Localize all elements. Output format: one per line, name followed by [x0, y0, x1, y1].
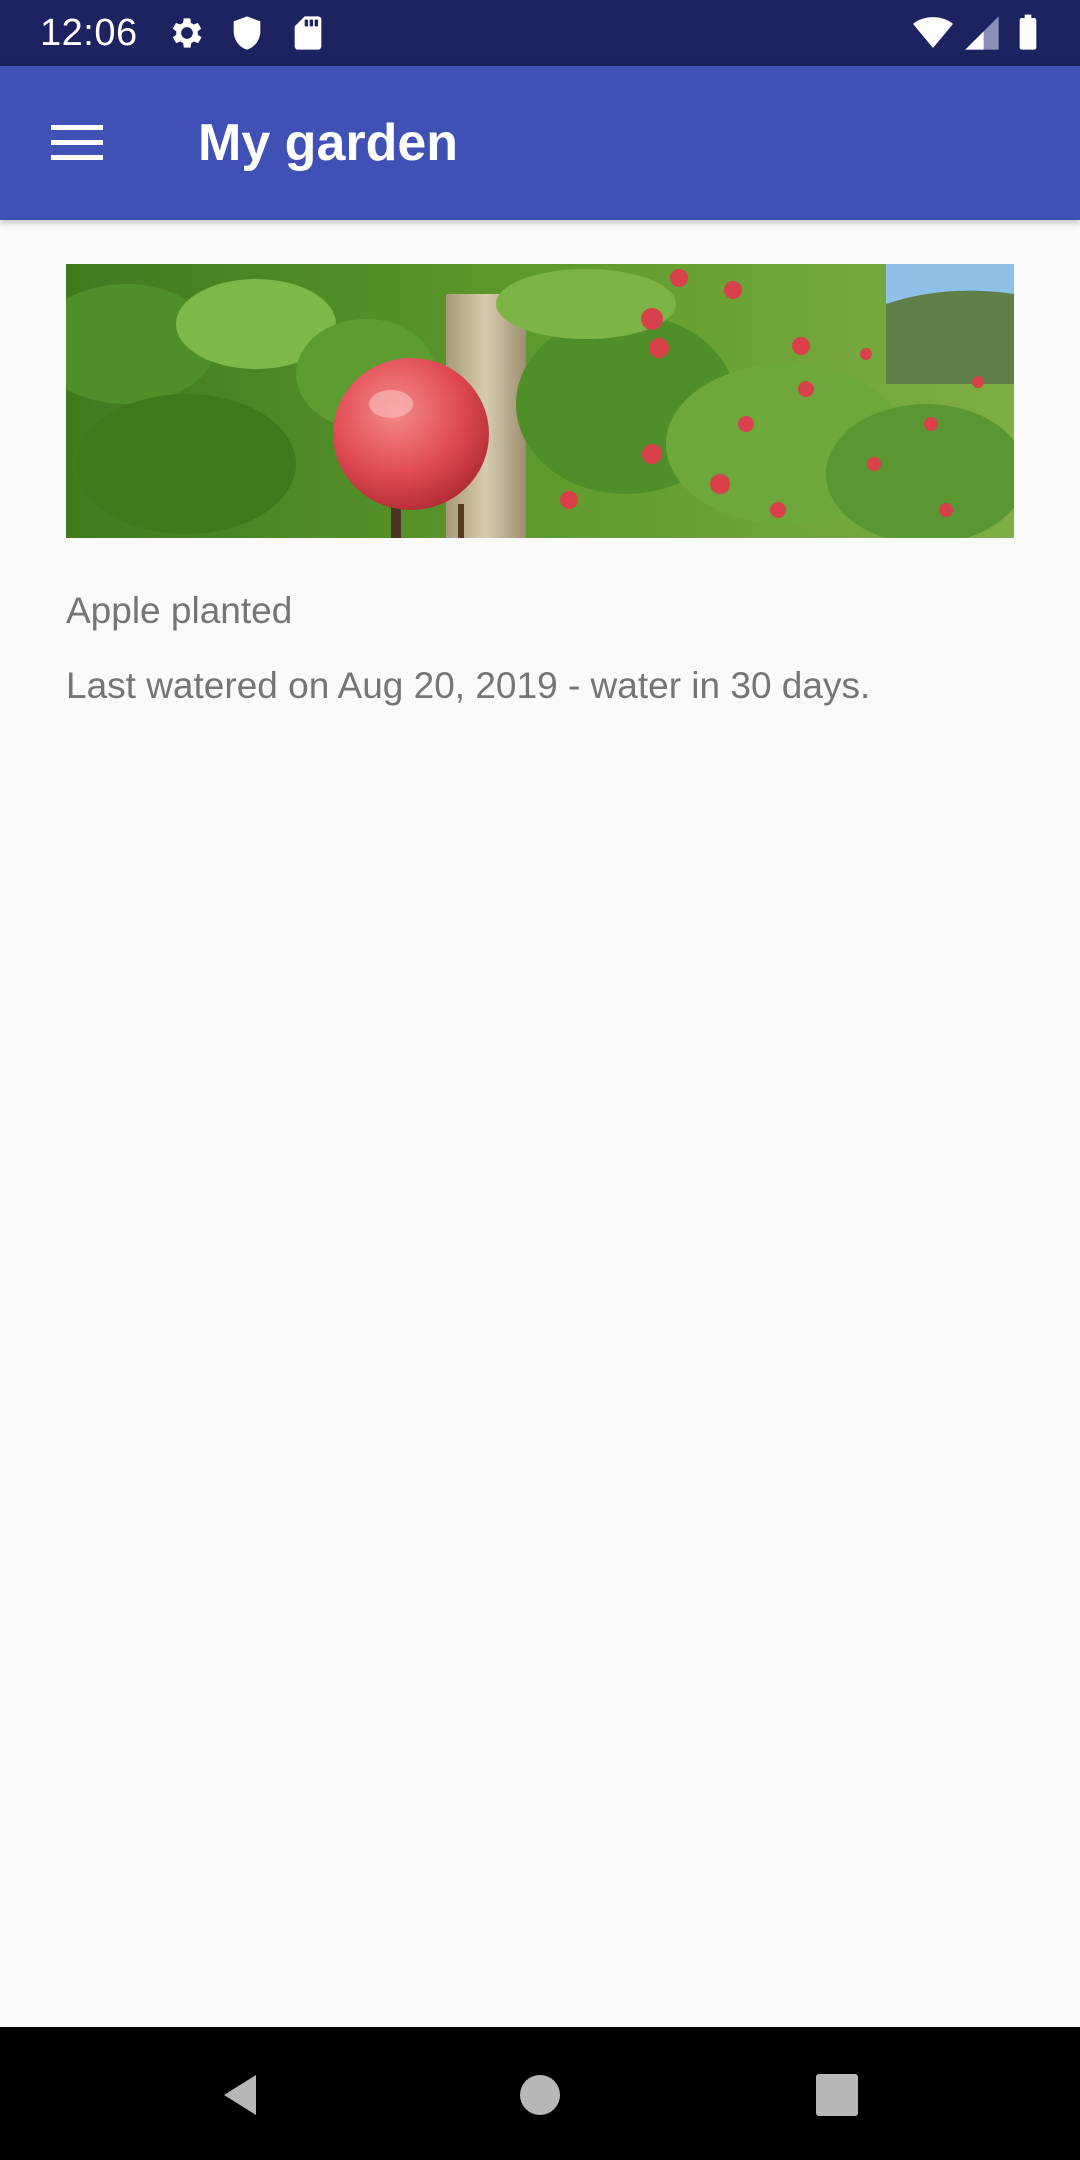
page-title: My garden [198, 114, 459, 172]
navigation-bar [0, 2027, 1080, 2160]
wifi-icon [913, 13, 953, 53]
shield-icon [227, 13, 267, 53]
settings-icon [167, 13, 207, 53]
back-button[interactable] [204, 2059, 276, 2131]
menu-button[interactable] [33, 99, 121, 187]
plant-image [66, 264, 1014, 538]
signal-icon [962, 13, 1002, 53]
menu-icon [51, 125, 103, 160]
status-time: 12:06 [40, 12, 138, 54]
back-icon [224, 2075, 256, 2115]
home-button[interactable] [504, 2059, 576, 2131]
plant-name: Apple planted [66, 590, 293, 631]
home-icon [520, 2075, 560, 2115]
recents-button[interactable] [801, 2059, 873, 2131]
recents-icon [816, 2074, 858, 2116]
status-bar: 12:06 [0, 0, 1080, 66]
battery-icon [1008, 13, 1048, 53]
app-bar: My garden [0, 66, 1080, 220]
sd-card-icon [288, 13, 328, 53]
watering-info: Last watered on Aug 20, 2019 - water in … [66, 665, 871, 706]
